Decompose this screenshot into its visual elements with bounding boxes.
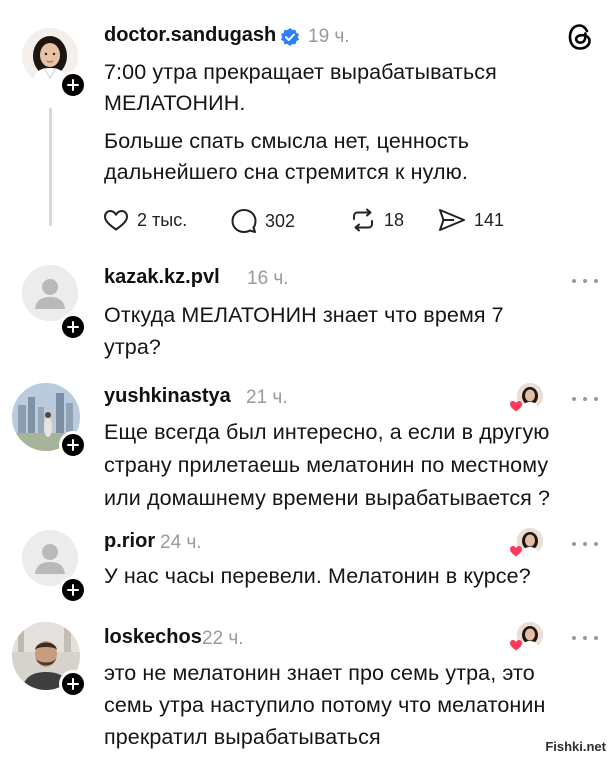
post-text-line: или домашнему времени вырабатывается ? <box>104 486 551 510</box>
more-options-button[interactable] <box>572 276 598 286</box>
post-text-line: У нас часы перевели. Мелатонин в курсе? <box>104 564 531 588</box>
share-icon <box>439 209 465 231</box>
plus-icon <box>67 678 79 690</box>
reply-post: kazak.kz.pvl 16 ч. Откуда МЕЛАТОНИН знае… <box>0 255 614 375</box>
reply-post: loskechos 22 ч. это не мелатонин знает п… <box>0 612 614 758</box>
post-text-line: МЕЛАТОНИН. <box>104 91 246 115</box>
post-time: 24 ч. <box>160 532 202 553</box>
post-username[interactable]: p.rior <box>104 530 155 553</box>
like-button[interactable]: 2 тыс. <box>103 208 187 232</box>
repost-count: 18 <box>384 209 405 230</box>
heart-icon <box>103 209 129 231</box>
post-text-line: Еще всегда был интересно, а если в другу… <box>104 420 550 444</box>
liked-by-author-indicator <box>509 622 543 652</box>
more-options-button[interactable] <box>572 633 598 643</box>
reply-post: yushkinastya 21 ч. Еще всегда был интере… <box>0 375 614 520</box>
follow-plus-button[interactable] <box>59 670 87 698</box>
post-text-line: Откуда МЕЛАТОНИН знает что время 7 <box>104 303 504 327</box>
share-count: 141 <box>474 209 505 230</box>
follow-plus-button[interactable] <box>59 431 87 459</box>
liked-heart-icon <box>510 640 522 651</box>
liked-heart-icon <box>510 401 522 412</box>
plus-icon <box>67 321 79 333</box>
share-button[interactable]: 141 <box>438 208 504 232</box>
post-time: 19 ч. <box>308 26 350 47</box>
post-text-line: страну прилетаешь мелатонин по местному <box>104 453 549 477</box>
repost-button[interactable]: 18 <box>350 208 404 232</box>
thread-connector-line <box>49 108 52 226</box>
post-username[interactable]: loskechos <box>104 626 202 649</box>
plus-icon <box>67 79 79 91</box>
more-options-button[interactable] <box>572 539 598 549</box>
threads-logo-icon[interactable] <box>566 22 594 52</box>
post-time: 16 ч. <box>247 268 289 289</box>
verified-badge-icon <box>281 28 299 46</box>
reply-post: p.rior 24 ч. У нас часы перевели. Мелато… <box>0 520 614 620</box>
liked-heart-icon <box>510 546 522 557</box>
post-username[interactable]: yushkinastya <box>104 385 231 408</box>
post-text-line: Больше спать смысла нет, ценность <box>104 129 469 153</box>
comment-button[interactable]: 302 <box>231 208 295 234</box>
repost-icon <box>353 208 373 232</box>
post-text-line: прекратил вырабатываться <box>104 725 381 749</box>
post-time: 21 ч. <box>246 387 288 408</box>
liked-by-author-indicator <box>509 383 543 413</box>
more-options-button[interactable] <box>572 394 598 404</box>
liked-by-author-indicator <box>509 528 543 558</box>
plus-icon <box>67 584 79 596</box>
post-text-line: 7:00 утра прекращает вырабатываться <box>104 60 497 84</box>
follow-plus-button[interactable] <box>59 313 87 341</box>
plus-icon <box>67 439 79 451</box>
like-count: 2 тыс. <box>137 209 188 230</box>
follow-plus-button[interactable] <box>59 576 87 604</box>
comment-count: 302 <box>265 210 296 231</box>
main-post: doctor.sandugash 19 ч. 7:00 утра прекращ… <box>0 0 614 255</box>
post-text-line: дальнейшего сна стремится к нулю. <box>104 160 468 184</box>
watermark: Fishki.net <box>545 739 606 754</box>
follow-plus-button[interactable] <box>59 71 87 99</box>
post-text-line: утра? <box>104 335 161 359</box>
comment-icon <box>231 209 257 233</box>
post-username[interactable]: doctor.sandugash <box>104 24 276 47</box>
post-text-line: это не мелатонин знает про семь утра, эт… <box>104 661 535 685</box>
post-text-line: семь утра наступило потому что мелатонин <box>104 693 546 717</box>
post-time: 22 ч. <box>202 628 244 649</box>
post-username[interactable]: kazak.kz.pvl <box>104 266 220 289</box>
